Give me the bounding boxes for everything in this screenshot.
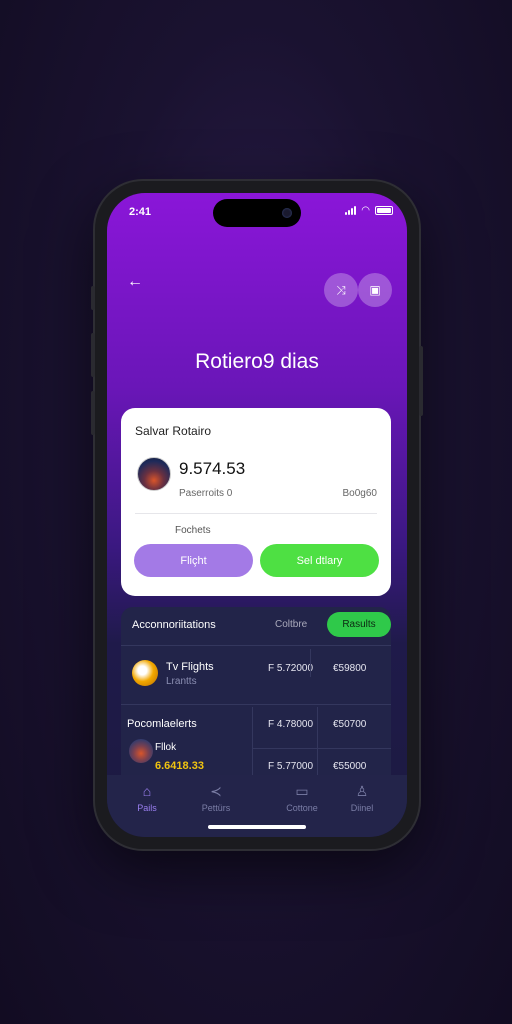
row-total: €59800 <box>333 663 367 674</box>
row-price: F 5.72000 <box>268 663 314 674</box>
row-price-highlight: 6.6418.33 <box>155 760 204 772</box>
tab-label: Pails <box>137 803 157 813</box>
page-title: Rotiero9 dias <box>195 350 319 373</box>
divider <box>135 513 377 514</box>
back-arrow-icon[interactable]: ← <box>127 273 143 291</box>
home-icon: ⌂ <box>142 783 152 799</box>
summary-card: Salvar Rotairo 9.574.53 Paserroits 0 Bo0… <box>121 408 391 596</box>
power-button <box>419 346 423 416</box>
row-total: €50700 <box>333 719 367 730</box>
panel-title: Acconnoriitations <box>132 619 216 631</box>
row-price: F 4.78000 <box>268 719 314 730</box>
amount-value: 9.574.53 <box>179 459 246 478</box>
results-panel: Acconnoriitations Coltbre Rasults Tv Fli… <box>121 607 391 797</box>
home-indicator <box>208 825 306 829</box>
phone-frame: 2:41 ◠ ← ⤨ ▣ Rotiero9 dias Salvar Rotair… <box>91 181 423 849</box>
share-icon: ≺ <box>210 783 222 799</box>
row-title: Fllok <box>155 742 177 753</box>
itinerary-button[interactable]: Sel dtlary <box>260 544 379 577</box>
tab-label: Diinel <box>350 803 374 813</box>
row-price: F 5.77000 <box>268 761 314 772</box>
status-icons: ◠ <box>345 205 393 216</box>
divider <box>121 645 391 646</box>
divider <box>317 707 318 779</box>
user-icon: ♙ <box>355 783 369 799</box>
bag-button[interactable]: ▣ <box>358 273 392 307</box>
row-title: Pocomlaelerts <box>127 718 197 730</box>
volume-up-button <box>91 333 95 377</box>
tab-share[interactable]: ≺ Pettürs <box>181 783 251 813</box>
row-total: €55000 <box>333 761 367 772</box>
sub-right-label: Bo0g60 <box>342 488 377 499</box>
camera-icon <box>282 208 292 218</box>
status-time: 2:41 <box>129 206 152 218</box>
dynamic-island <box>213 199 301 227</box>
sub-left-label: Paserroits 0 <box>179 488 233 499</box>
avatar <box>129 739 153 763</box>
row-subtitle: Lrantts <box>166 676 197 687</box>
card-title: Salvar Rotairo <box>135 424 212 438</box>
shuffle-icon: ⤨ <box>336 282 346 297</box>
section-label: Fochets <box>175 525 211 536</box>
row-title: Tv Flights <box>166 661 214 673</box>
tab-home[interactable]: ⌂ Pails <box>112 783 182 813</box>
results-badge[interactable]: Rasults <box>327 612 391 637</box>
tab-label: Pettürs <box>201 803 231 813</box>
divider <box>310 649 311 677</box>
avatar <box>137 457 171 491</box>
shuffle-button[interactable]: ⤨ <box>324 273 358 307</box>
mute-switch <box>91 286 95 310</box>
tab-profile[interactable]: ♙ Diinel <box>327 783 397 813</box>
bag-icon: ▣ <box>369 283 381 297</box>
battery-icon <box>375 206 393 215</box>
flight-button[interactable]: Fliçht <box>134 544 253 577</box>
tab-bar: ⌂ Pails ≺ Pettürs ▭ Cottone ♙ Diinel <box>107 775 407 837</box>
divider <box>252 707 253 779</box>
wifi-icon: ◠ <box>361 205 370 216</box>
divider <box>252 748 391 749</box>
app-screen: 2:41 ◠ ← ⤨ ▣ Rotiero9 dias Salvar Rotair… <box>107 193 407 837</box>
volume-down-button <box>91 391 95 435</box>
signal-icon <box>345 206 357 215</box>
divider <box>121 704 391 705</box>
panel-link[interactable]: Coltbre <box>275 619 307 630</box>
avatar <box>132 660 158 686</box>
